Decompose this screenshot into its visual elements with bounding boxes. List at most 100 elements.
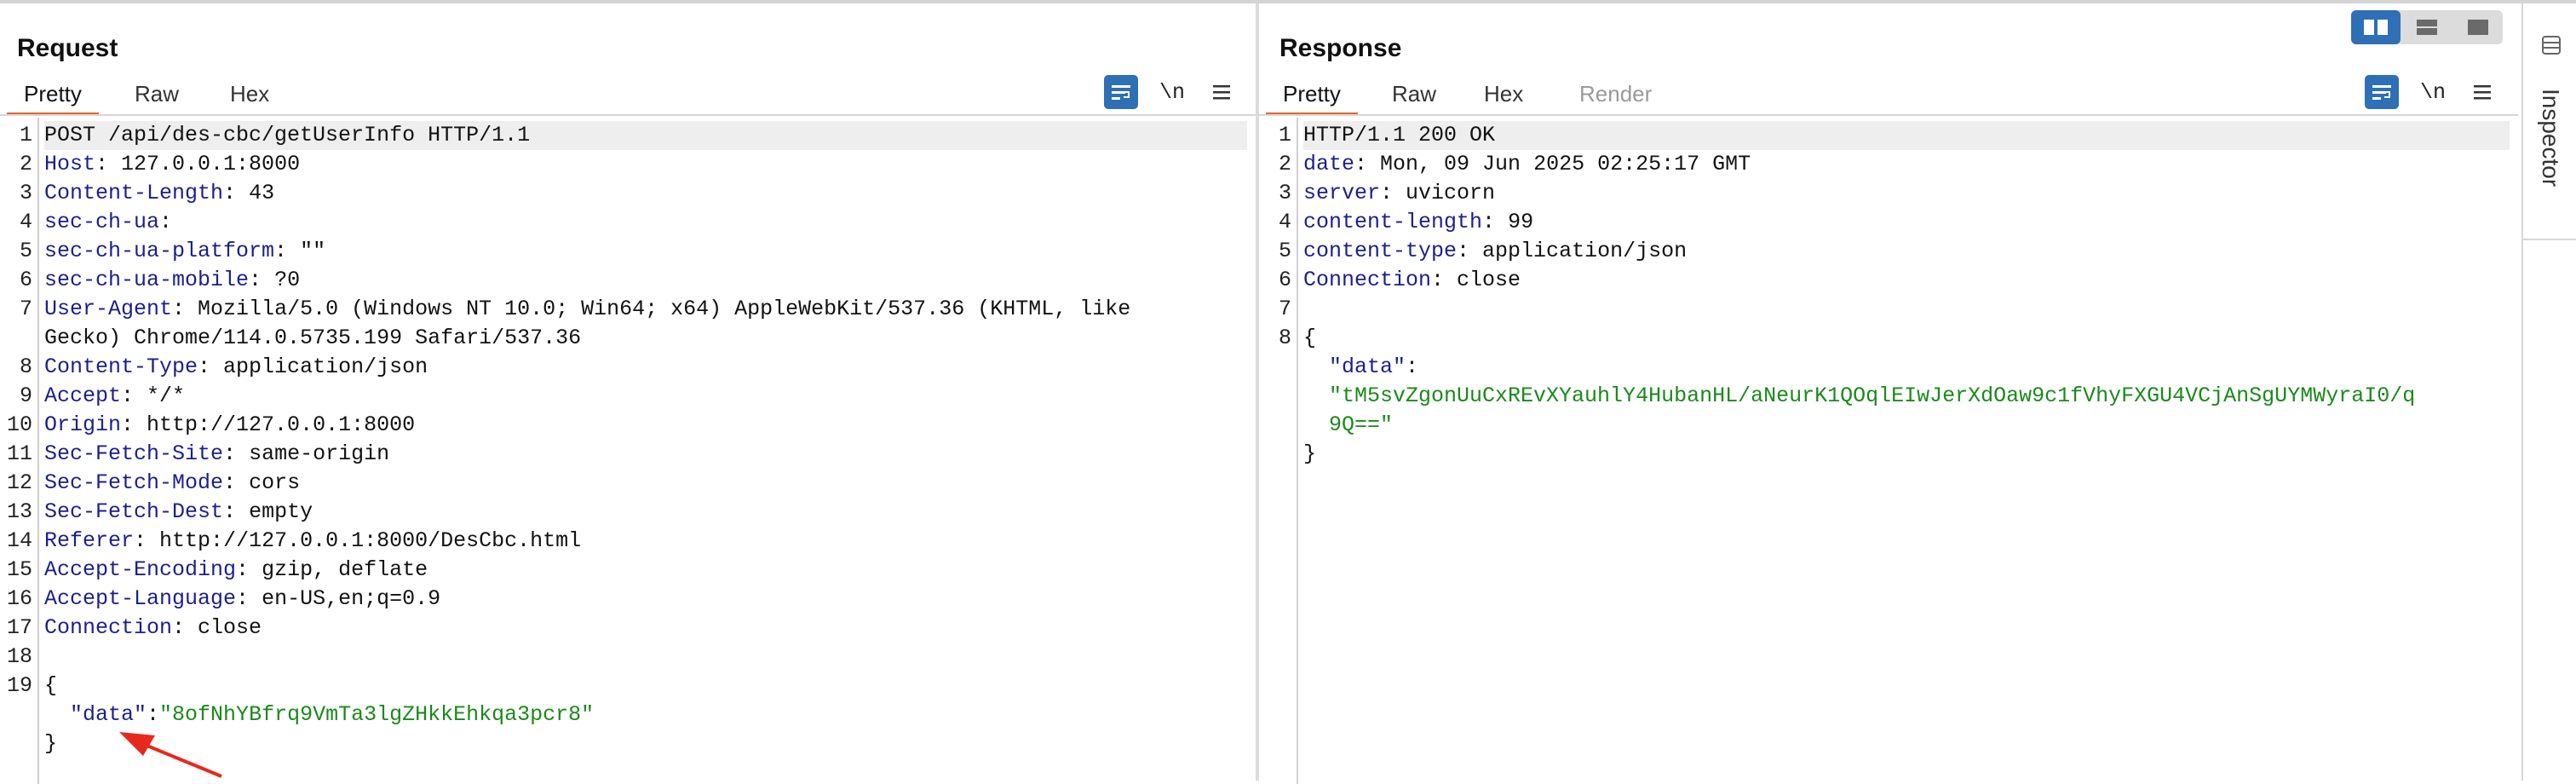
request-wrap-toggle-icon[interactable] [1104,75,1138,109]
header-name: Connection [44,615,173,640]
line-number: 8 [1278,326,1291,350]
code-line: sec-ch-ua: [44,208,1247,237]
code-line: server: uvicorn [1303,179,2510,208]
header-value: application/json [210,355,428,379]
header-colon: : [223,470,237,495]
header-name: User-Agent [44,297,173,321]
layout-side-by-side-icon[interactable] [2351,10,2401,44]
line-number: 9 [19,383,32,408]
json-string-value: "tM5svZgonUuCxREvXYauhlY4HubanHL/aNeurK1… [1303,383,2416,408]
layout-single-icon[interactable] [2453,10,2503,44]
code-line: Origin: http://127.0.0.1:8000 [44,411,1247,440]
line-number: 6 [1278,268,1291,292]
header-value: 99 [1495,210,1534,234]
code-line: date: Mon, 09 Jun 2025 02:25:17 GMT [1303,150,2510,179]
response-line-gutter: 1 2 3 4 5 6 7 8 [1259,118,1298,784]
header-name: Content-Length [44,181,224,205]
line-number: 8 [19,355,32,379]
request-tab-hex[interactable]: Hex [213,77,286,112]
code-text: } [1303,441,1317,466]
header-value: Mozilla/5.0 (Windows NT 10.0; Win64; x64… [185,297,1131,321]
header-colon: : [95,152,109,176]
line-number: 2 [1278,152,1291,176]
line-number: 14 [6,528,32,553]
header-name: sec-ch-ua-platform [44,239,275,263]
code-line: Host: 127.0.0.1:8000 [44,150,1247,179]
request-menu-icon[interactable] [1205,75,1239,109]
line-number: 1 [1278,123,1291,147]
response-newline-toggle[interactable]: \n [2416,75,2450,109]
code-line: Referer: http://127.0.0.1:8000/DesCbc.ht… [44,527,1247,556]
header-value: cors [236,470,301,495]
header-value: "" [287,239,326,263]
header-name: date [1303,152,1355,176]
header-name: sec-ch-ua [44,210,160,234]
header-value: http://127.0.0.1:8000/DesCbc.html [147,528,582,553]
response-tab-pretty[interactable]: Pretty [1266,77,1358,116]
inspector-label[interactable]: Inspector [2537,89,2564,187]
line-number: 12 [6,470,32,495]
code-line: Connection: close [44,614,1247,643]
line-number: 17 [6,615,32,640]
code-text: HTTP/1.1 200 OK [1303,123,1496,147]
header-name: Sec-Fetch-Mode [44,470,224,495]
code-text: } [44,731,58,756]
header-name: server [1303,181,1381,205]
code-line: Accept-Language: en-US,en;q=0.9 [44,585,1247,614]
line-number: 13 [6,499,32,524]
line-number: 11 [6,441,32,466]
code-line: content-length: 99 [1303,208,2510,237]
header-colon: : [121,383,135,408]
header-value: */* [134,383,186,408]
line-number: 5 [1278,239,1291,263]
request-editor[interactable]: 1 2 3 4 5 6 7 8 9 10 11 12 13 14 15 16 17 18 19 POST /api/… [0,118,1256,784]
header-name: content-type [1303,239,1458,263]
response-tab-render[interactable]: Render [1562,77,1669,112]
layout-stacked-icon[interactable] [2402,10,2452,44]
code-line: User-Agent: Mozilla/5.0 (Windows NT 10.0… [44,295,1247,324]
inspector-sidebar[interactable]: Inspector [2521,3,2576,781]
response-tab-hex[interactable]: Hex [1467,77,1540,112]
code-line: Sec-Fetch-Mode: cors [44,469,1247,498]
header-name: Connection [1303,268,1432,292]
request-tab-raw[interactable]: Raw [118,77,196,112]
code-line: "data": [1303,353,2510,382]
header-name: Origin [44,412,122,437]
line-number: 10 [6,412,32,437]
header-colon: : [274,239,288,263]
request-newline-toggle[interactable]: \n [1155,75,1189,109]
header-colon: : [249,268,262,292]
header-value: close [1444,268,1521,292]
line-number: 19 [6,673,32,698]
header-colon: : [1380,181,1394,205]
header-value: same-origin [236,441,390,466]
header-value: 43 [236,181,275,205]
header-colon: : [1354,152,1368,176]
code-line: Accept: */* [44,382,1247,411]
line-number: 6 [19,268,32,292]
response-wrap-toggle-icon[interactable] [2365,75,2399,109]
line-number: 3 [19,181,32,205]
code-text: { [1303,326,1317,350]
code-text: POST /api/des-cbc/getUserInfo HTTP/1.1 [44,123,531,147]
response-tab-raw[interactable]: Raw [1375,77,1453,112]
code-line: sec-ch-ua-platform: "" [44,237,1247,266]
line-number: 5 [19,239,32,263]
code-line: Sec-Fetch-Dest: empty [44,498,1247,527]
response-tabs-divider [1259,114,2518,116]
header-colon: : [159,210,173,234]
code-line: "tM5svZgonUuCxREvXYauhlY4HubanHL/aNeurK1… [1303,382,2510,411]
code-line: content-type: application/json [1303,237,2510,266]
line-number: 4 [1278,210,1291,234]
response-tabs: Pretty Raw Hex Render [1259,77,2518,116]
line-number: 3 [1278,181,1291,205]
code-line: Gecko) Chrome/114.0.5735.199 Safari/537.… [44,324,1247,353]
header-colon: : [198,355,211,379]
response-editor[interactable]: 1 2 3 4 5 6 7 8 HTTP/1.1 200 OK date: Mon, 09 Ju… [1259,118,2518,784]
header-name: Referer [44,528,135,553]
request-line-gutter: 1 2 3 4 5 6 7 8 9 10 11 12 13 14 15 16 17 18 19 [0,118,39,784]
response-menu-icon[interactable] [2465,75,2499,109]
request-tab-pretty[interactable]: Pretty [7,77,99,116]
response-pane: Response Pretty Raw Hex Render \n 1 2 3 4 5 6… [1259,3,2518,784]
inspector-toggle-icon[interactable] [2540,34,2562,56]
